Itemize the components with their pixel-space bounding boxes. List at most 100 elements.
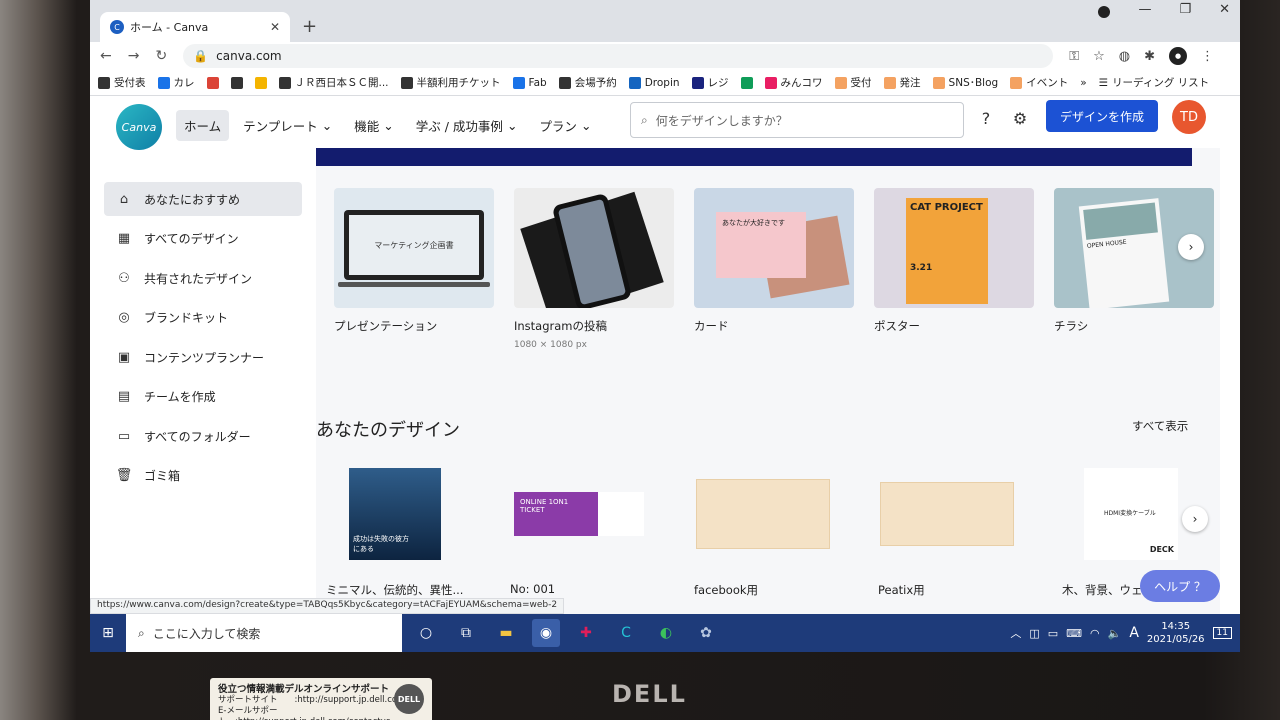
reading-list[interactable]: ☰ リーディング リスト (1099, 75, 1210, 90)
ime-indicator[interactable]: A (1129, 625, 1139, 641)
sidebar-item[interactable]: ▦ すべてのデザイン (104, 222, 302, 256)
carousel-next-button[interactable]: › (1178, 234, 1204, 260)
bookmark-item[interactable]: みんコワ (764, 75, 823, 90)
bookmark-item[interactable]: 半額利用チケット (400, 75, 501, 90)
address-bar[interactable]: 🔒 canva.com (183, 44, 1054, 68)
bookmark-item[interactable]: 発注 (883, 75, 921, 90)
star-icon[interactable]: ☆ (1093, 49, 1105, 64)
sidebar-item[interactable]: ▭ すべてのフォルダー (104, 419, 302, 453)
bookmark-item[interactable]: ＪＲ西日本ＳＣ開... (278, 75, 389, 90)
canva-app-icon[interactable]: C (612, 619, 640, 647)
bookmarks-more-icon[interactable]: » (1080, 77, 1086, 89)
tab-close-icon[interactable]: ✕ (270, 20, 280, 34)
user-avatar[interactable]: TD (1172, 100, 1206, 134)
create-design-button[interactable]: デザインを作成 (1046, 100, 1158, 132)
file-explorer-icon[interactable]: ▬ (492, 619, 520, 647)
notification-icon[interactable]: 11 (1212, 627, 1232, 639)
minimize-icon[interactable]: — (1138, 2, 1151, 18)
bookmark-item[interactable] (230, 76, 243, 89)
sidebar-item[interactable]: ▤ チームを作成 (104, 380, 302, 414)
design-thumbnail[interactable] (878, 464, 1016, 564)
template-card[interactable]: CAT PROJECT 3.21 ポスター (874, 188, 1034, 350)
bookmark-item[interactable]: 受付 (834, 75, 872, 90)
bookmark-item[interactable] (206, 76, 219, 89)
taskbar-search-input[interactable]: ⌕ ここに入力して検索 (126, 614, 402, 652)
messenger-icon[interactable]: ◐ (652, 619, 680, 647)
profile-indicator-icon[interactable] (1098, 6, 1111, 18)
profile-avatar[interactable]: ● (1169, 47, 1188, 65)
windows-start-icon[interactable]: ⊞ (90, 614, 126, 652)
camera-icon[interactable]: ◫ (1029, 627, 1039, 640)
extension-icon[interactable]: ◍ (1119, 49, 1130, 64)
speaker-icon[interactable]: 🔈 (1108, 627, 1122, 640)
bookmark-item[interactable]: レジ (691, 75, 729, 90)
chrome-icon[interactable]: ◉ (532, 619, 560, 647)
menu-icon[interactable]: ⋮ (1201, 49, 1214, 64)
design-search-input[interactable]: ⌕ 何をデザインしますか？ (630, 102, 964, 138)
reload-icon[interactable]: ↻ (155, 48, 167, 64)
maximize-icon[interactable]: ❐ (1179, 2, 1191, 18)
bookmark-item[interactable]: 会場予約 (558, 75, 617, 90)
design-thumbnail[interactable] (694, 464, 832, 564)
bookmark-item[interactable]: イベント (1010, 75, 1068, 90)
template-thumbnail[interactable] (514, 188, 674, 308)
back-icon[interactable]: ← (100, 48, 112, 64)
bookmark-icon (883, 76, 896, 89)
app-icon[interactable]: ✿ (692, 619, 720, 647)
design-item[interactable]: 成功は失敗の彼方にある ミニマル、伝統的、異性... (326, 464, 464, 598)
gear-icon[interactable]: ⚙ (1010, 108, 1030, 128)
help-button[interactable]: ヘルプ ？ (1140, 570, 1220, 602)
nav-item[interactable]: 機能 ⌄ (346, 110, 402, 141)
key-icon[interactable]: ⚿ (1069, 49, 1079, 64)
bookmark-item[interactable] (254, 76, 267, 89)
help-circle-icon[interactable]: ? (976, 108, 996, 128)
sidebar-item[interactable]: ⌂ あなたにおすすめ (104, 182, 302, 216)
browser-tab[interactable]: C ホーム - Canva ✕ (100, 12, 290, 42)
template-card[interactable]: マーケティング企画書 プレゼンテーション (334, 188, 494, 350)
battery-icon[interactable]: ▭ (1048, 627, 1058, 640)
close-window-icon[interactable]: ✕ (1219, 2, 1230, 18)
nav-item[interactable]: ホーム (176, 110, 230, 141)
dell-logo: DELL (612, 680, 687, 708)
bookmark-item[interactable]: 受付表 (98, 75, 146, 90)
new-tab-icon[interactable]: + (302, 16, 317, 37)
bookmark-item[interactable]: カレ (157, 75, 195, 90)
slack-icon[interactable]: ✚ (572, 619, 600, 647)
nav-item[interactable]: テンプレート ⌄ (235, 110, 340, 141)
wifi-icon[interactable]: ◠ (1090, 627, 1100, 640)
bookmark-item[interactable]: Fab (512, 76, 547, 89)
template-thumbnail[interactable]: あなたが大好きです (694, 188, 854, 308)
puzzle-icon[interactable]: ✱ (1144, 49, 1155, 64)
design-thumbnail[interactable]: 成功は失敗の彼方にある (326, 464, 464, 564)
template-card[interactable]: あなたが大好きです カード (694, 188, 854, 350)
sidebar-item[interactable]: ◎ ブランドキット (104, 301, 302, 335)
sidebar-item[interactable]: ⚇ 共有されたデザイン (104, 261, 302, 295)
template-card[interactable]: OPEN HOUSE チラシ (1054, 188, 1214, 350)
design-item[interactable]: facebook用 (694, 464, 832, 598)
design-thumbnail[interactable]: ONLINE 1ON1 TICKET (510, 464, 648, 564)
designs-next-button[interactable]: › (1182, 506, 1208, 532)
design-label: facebook用 (694, 583, 759, 597)
bookmark-item[interactable]: Dropin (628, 76, 680, 89)
forward-icon[interactable]: → (128, 48, 140, 64)
sidebar-item[interactable]: ▣ コンテンツプランナー (104, 340, 302, 374)
design-item[interactable]: ONLINE 1ON1 TICKET No: 001 (510, 464, 648, 598)
design-item[interactable]: Peatix用 (878, 464, 1016, 598)
sidebar-item[interactable]: 🗑 ゴミ箱 (104, 459, 302, 493)
keyboard-icon[interactable]: ⌨ (1066, 627, 1082, 640)
canva-logo[interactable]: Canva (116, 104, 162, 150)
chevron-up-icon[interactable]: ︿ (1010, 625, 1021, 641)
nav-item[interactable]: プラン ⌄ (531, 110, 599, 141)
template-thumbnail[interactable]: CAT PROJECT 3.21 (874, 188, 1034, 308)
task-view-icon[interactable]: ⧉ (452, 619, 480, 647)
view-all-link[interactable]: すべて表示 (1132, 418, 1188, 434)
bookmark-item[interactable]: SNS･Blog (932, 75, 998, 90)
cortana-icon[interactable]: ○ (412, 619, 440, 647)
template-card[interactable]: Instagramの投稿 1080 × 1080 px (514, 188, 674, 350)
design-thumbnail[interactable]: HDMI変換ケーブル DECK (1062, 464, 1200, 564)
bookmark-label: 半額利用チケット (416, 77, 501, 89)
bookmark-item[interactable] (740, 76, 753, 89)
nav-item[interactable]: 学ぶ / 成功事例 ⌄ (408, 110, 526, 141)
clock[interactable]: 14:35 2021/05/26 (1147, 620, 1205, 646)
template-thumbnail[interactable]: マーケティング企画書 (334, 188, 494, 308)
